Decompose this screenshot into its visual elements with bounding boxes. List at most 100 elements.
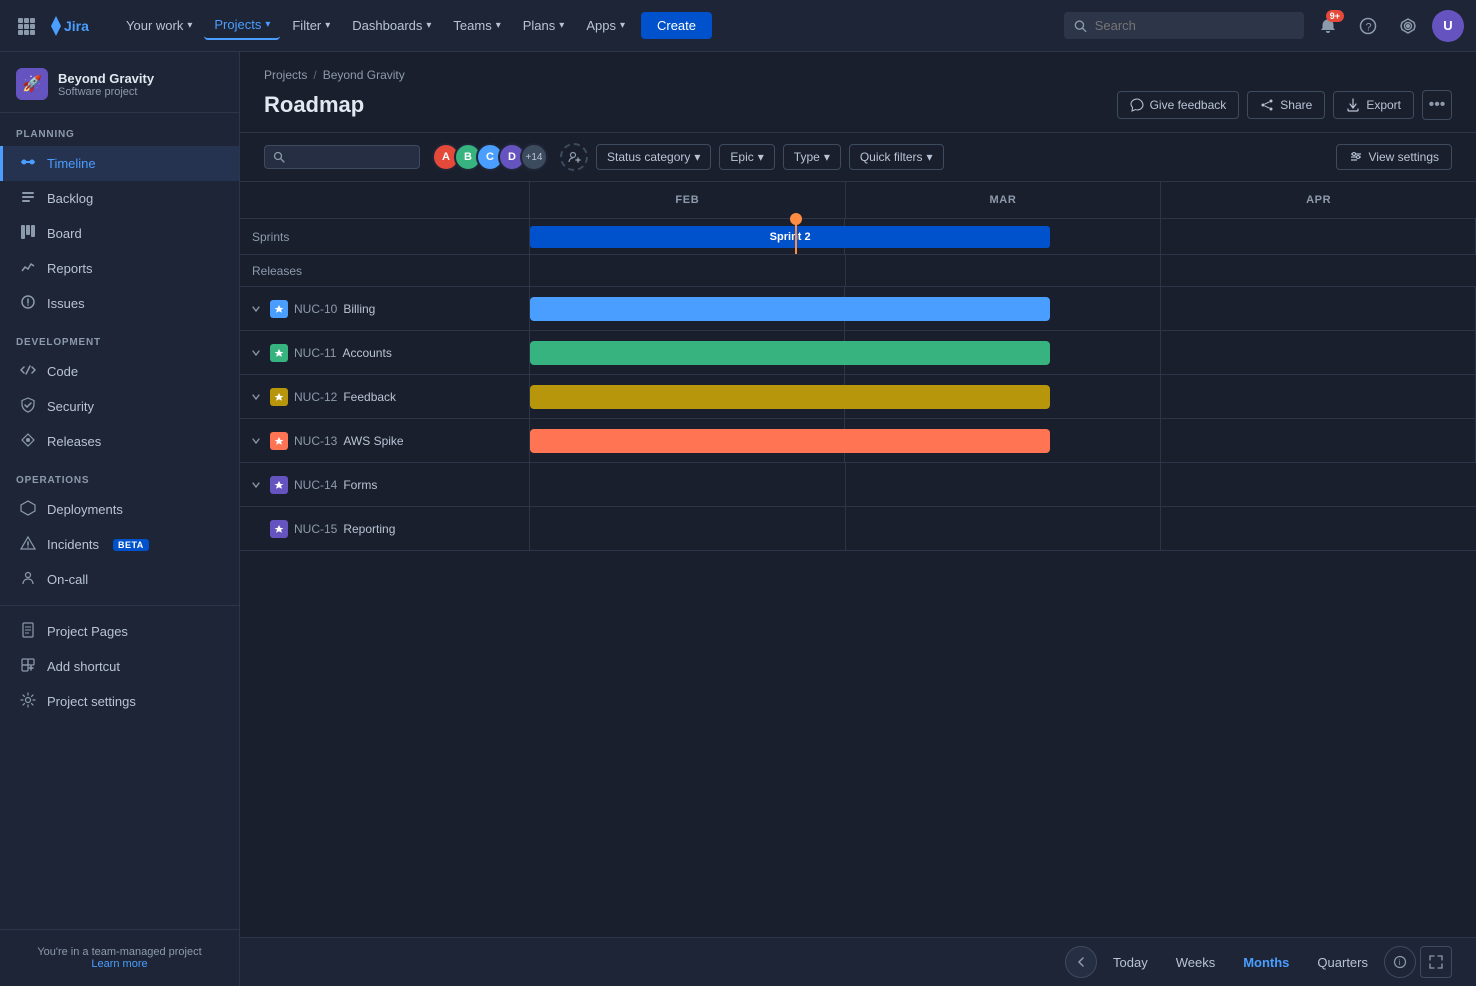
svg-text:?: ?	[1366, 21, 1372, 33]
chevron-down-icon: ▾	[694, 150, 700, 164]
months-button[interactable]: Months	[1231, 949, 1301, 976]
sidebar-item-add-shortcut[interactable]: Add shortcut	[0, 649, 239, 684]
toolbar-search[interactable]	[264, 145, 420, 169]
nav-menu: Your work ▾ Projects ▾ Filter ▾ Dashboar…	[116, 11, 1060, 40]
sidebar-item-releases[interactable]: Releases	[0, 424, 239, 459]
sidebar-item-reports[interactable]: Reports	[0, 251, 239, 286]
content-header: Projects / Beyond Gravity Roadmap Give f…	[240, 52, 1476, 133]
sidebar-item-project-settings[interactable]: Project settings	[0, 684, 239, 719]
user-avatar[interactable]: U	[1432, 10, 1464, 42]
sidebar-item-security[interactable]: Security	[0, 389, 239, 424]
sidebar-item-board[interactable]: Board	[0, 216, 239, 251]
project-settings-icon	[19, 692, 37, 711]
epic-gantt-bar[interactable]	[530, 297, 1050, 321]
epic-row[interactable]: NUC-10Billing	[240, 287, 1476, 331]
nav-projects[interactable]: Projects ▾	[204, 11, 280, 40]
sidebar-item-oncall[interactable]: On-call	[0, 562, 239, 597]
sidebar-item-issues[interactable]: Issues	[0, 286, 239, 321]
help-button[interactable]: ?	[1352, 10, 1384, 42]
board-icon	[19, 224, 37, 243]
weeks-button[interactable]: Weeks	[1164, 949, 1228, 976]
chevron-down-icon: ▾	[325, 20, 330, 31]
epic-expand-button[interactable]	[248, 389, 264, 405]
epic-gantt-bar[interactable]	[530, 429, 1050, 453]
breadcrumb: Projects / Beyond Gravity	[264, 68, 1452, 82]
header-actions: Give feedback Share Export •••	[1117, 90, 1452, 120]
project-name: Beyond Gravity	[58, 71, 223, 86]
search-input[interactable]	[1095, 18, 1294, 33]
month-apr: APR	[1161, 182, 1476, 218]
settings-button[interactable]	[1392, 10, 1424, 42]
epic-row[interactable]: NUC-15Reporting	[240, 507, 1476, 551]
more-options-button[interactable]: •••	[1422, 90, 1452, 120]
nav-filter[interactable]: Filter ▾	[282, 12, 340, 39]
sidebar-item-timeline[interactable]: Timeline	[0, 146, 239, 181]
deployments-icon	[19, 500, 37, 519]
sidebar-item-incidents[interactable]: Incidents BETA	[0, 527, 239, 562]
nav-dashboards[interactable]: Dashboards ▾	[342, 12, 441, 39]
nav-teams[interactable]: Teams ▾	[443, 12, 510, 39]
epic-row[interactable]: NUC-11Accounts	[240, 331, 1476, 375]
notifications-button[interactable]: 9+	[1312, 10, 1344, 42]
jira-logo[interactable]: Jira	[44, 14, 104, 38]
sidebar-item-deployments[interactable]: Deployments	[0, 492, 239, 527]
epic-gantt-bar[interactable]	[530, 341, 1050, 365]
page-title: Roadmap	[264, 92, 364, 118]
breadcrumb-separator: /	[313, 68, 316, 82]
epic-filter[interactable]: Epic ▾	[719, 144, 774, 170]
epic-expand-button[interactable]	[248, 433, 264, 449]
epic-row[interactable]: NUC-12Feedback	[240, 375, 1476, 419]
main-content: Projects / Beyond Gravity Roadmap Give f…	[240, 52, 1476, 986]
sidebar-item-project-pages[interactable]: Project Pages	[0, 614, 239, 649]
info-button[interactable]: i	[1384, 946, 1416, 978]
chevron-down-icon: ▾	[187, 20, 192, 31]
epic-row[interactable]: NUC-13AWS Spike	[240, 419, 1476, 463]
nav-plans[interactable]: Plans ▾	[513, 12, 575, 39]
epic-expand-button[interactable]	[248, 521, 264, 537]
grid-icon[interactable]	[12, 12, 40, 40]
sprint-bar[interactable]: Sprint 2	[530, 226, 1050, 248]
chevron-down-icon: ▾	[496, 20, 501, 31]
epic-expand-button[interactable]	[248, 301, 264, 317]
search-box[interactable]	[1064, 12, 1304, 39]
chevron-down-icon: ▾	[265, 19, 270, 30]
share-button[interactable]: Share	[1247, 91, 1325, 119]
notification-badge: 9+	[1326, 10, 1344, 22]
create-button[interactable]: Create	[641, 12, 712, 39]
learn-more-link[interactable]: Learn more	[91, 958, 147, 970]
status-category-filter[interactable]: Status category ▾	[596, 144, 711, 170]
assign-user-button[interactable]	[560, 143, 588, 171]
nav-your-work[interactable]: Your work ▾	[116, 12, 202, 39]
chevron-down-icon: ▾	[426, 20, 431, 31]
nav-apps[interactable]: Apps ▾	[576, 12, 635, 39]
epic-icon	[270, 344, 288, 362]
toolbar-search-input[interactable]	[291, 150, 411, 164]
sidebar-item-backlog[interactable]: Backlog	[0, 181, 239, 216]
roadmap-container: FEB MAR APR Sprints Sprint 2	[240, 182, 1476, 937]
sprint-cells: Sprint 2	[530, 219, 1476, 254]
export-icon	[1346, 98, 1360, 112]
shortcut-icon	[19, 657, 37, 676]
quick-filters-button[interactable]: Quick filters ▾	[849, 144, 944, 170]
scroll-left-button[interactable]	[1065, 946, 1097, 978]
quarters-button[interactable]: Quarters	[1305, 949, 1380, 976]
today-button[interactable]: Today	[1101, 949, 1160, 976]
export-button[interactable]: Export	[1333, 91, 1414, 119]
breadcrumb-projects[interactable]: Projects	[264, 68, 307, 82]
epic-expand-button[interactable]	[248, 477, 264, 493]
releases-row: Releases	[240, 255, 1476, 287]
month-mar: MAR	[846, 182, 1162, 218]
nav-right-actions: 9+ ? U	[1064, 10, 1464, 42]
give-feedback-button[interactable]: Give feedback	[1117, 91, 1240, 119]
epic-gantt-bar[interactable]	[530, 385, 1050, 409]
month-feb: FEB	[530, 182, 846, 218]
breadcrumb-project-name[interactable]: Beyond Gravity	[323, 68, 405, 82]
type-filter[interactable]: Type ▾	[783, 144, 841, 170]
avatar-overflow-count[interactable]: +14	[520, 143, 548, 171]
sidebar-item-code[interactable]: Code	[0, 354, 239, 389]
epic-row[interactable]: NUC-14Forms	[240, 463, 1476, 507]
view-settings-button[interactable]: View settings	[1336, 144, 1452, 170]
fullscreen-button[interactable]	[1420, 946, 1452, 978]
project-header[interactable]: 🚀 Beyond Gravity Software project	[0, 52, 239, 113]
epic-expand-button[interactable]	[248, 345, 264, 361]
